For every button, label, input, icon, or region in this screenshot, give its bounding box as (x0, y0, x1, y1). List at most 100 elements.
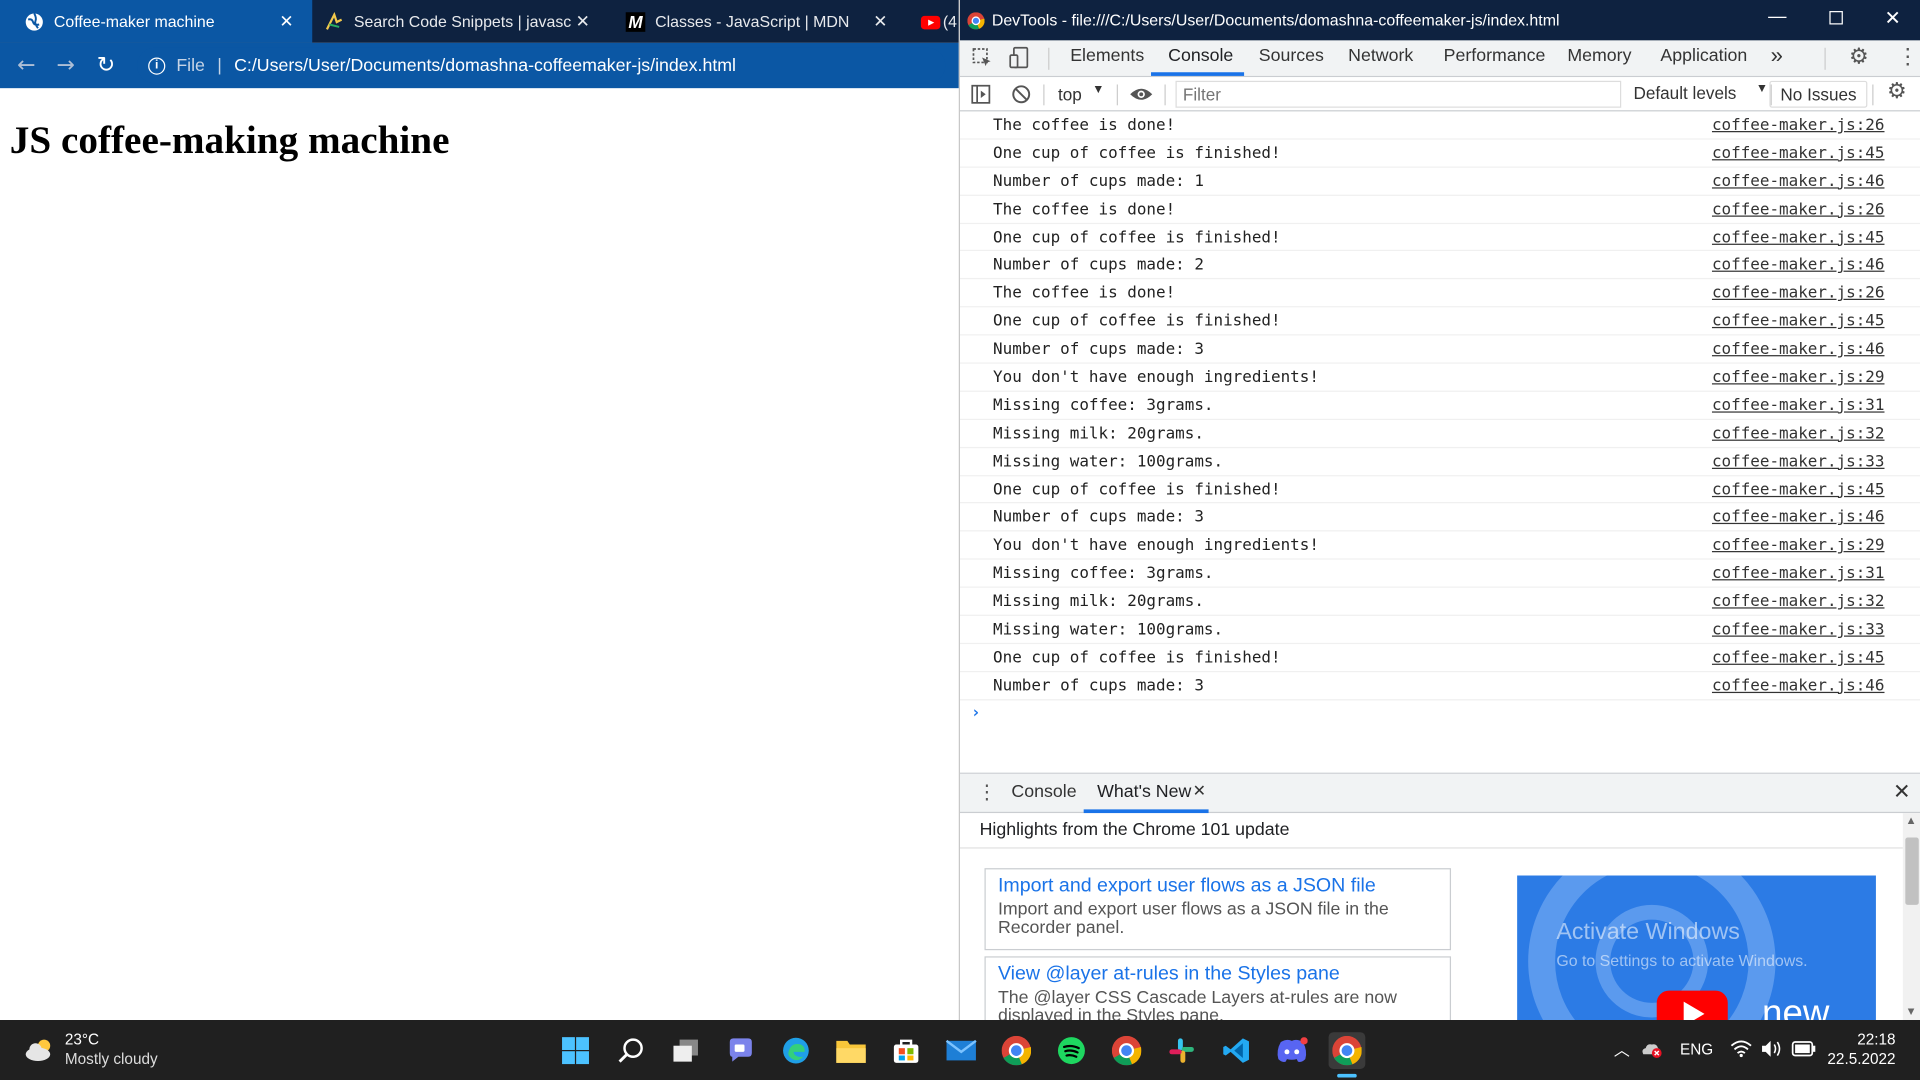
close-tab-icon[interactable]: ✕ (276, 11, 298, 32)
source-link[interactable]: coffee-maker.js:46 (1712, 341, 1885, 359)
forward-arrow-icon[interactable]: → (56, 53, 74, 79)
show-hidden-icons-chevron-icon[interactable]: ︿ (1614, 1037, 1630, 1060)
source-link[interactable]: coffee-maker.js:33 (1712, 453, 1885, 471)
context-selector[interactable]: top (1058, 84, 1082, 104)
source-link[interactable]: coffee-maker.js:46 (1712, 677, 1885, 695)
close-window-icon[interactable]: ✕ (1884, 6, 1900, 30)
drawer-tab-whats-new[interactable]: What's New (1097, 782, 1191, 802)
tab-performance[interactable]: Performance (1444, 47, 1546, 67)
console-toolbar: top ▼ Default levels ▼ No Issues ⚙ (960, 77, 1920, 112)
source-link[interactable]: coffee-maker.js:33 (1712, 621, 1885, 639)
source-link[interactable]: coffee-maker.js:45 (1712, 313, 1885, 331)
store-button[interactable] (888, 1032, 925, 1069)
mail-button[interactable] (943, 1032, 980, 1069)
spotify-button[interactable] (1053, 1032, 1090, 1069)
card-title[interactable]: Import and export user flows as a JSON f… (998, 876, 1438, 898)
drawer-scrollbar[interactable]: ▲ ▼ (1902, 813, 1920, 1022)
source-link[interactable]: coffee-maker.js:31 (1712, 397, 1885, 415)
onedrive-error-icon[interactable] (1641, 1040, 1663, 1060)
teams-chat-button[interactable] (722, 1032, 759, 1069)
source-link[interactable]: coffee-maker.js:45 (1712, 649, 1885, 667)
clock-date[interactable]: 22.5.2022 (1827, 1051, 1895, 1068)
maximize-icon[interactable] (1829, 11, 1843, 25)
promo-video-thumbnail[interactable]: Activate Windows Go to Settings to activ… (1517, 875, 1876, 1023)
source-link[interactable]: coffee-maker.js:45 (1712, 144, 1885, 162)
language-indicator[interactable]: ENG (1680, 1041, 1713, 1058)
tab-elements[interactable]: Elements (1070, 47, 1144, 67)
live-expression-eye-icon[interactable] (1129, 87, 1153, 102)
close-tab-icon[interactable]: ✕ (869, 11, 891, 32)
source-link[interactable]: coffee-maker.js:46 (1712, 509, 1885, 527)
show-sidebar-icon[interactable] (971, 84, 991, 104)
source-link[interactable]: coffee-maker.js:45 (1712, 481, 1885, 499)
source-link[interactable]: coffee-maker.js:29 (1712, 537, 1885, 555)
minimize-icon[interactable]: — (1768, 6, 1786, 27)
issues-button[interactable]: No Issues (1769, 80, 1868, 108)
tab-memory[interactable]: Memory (1567, 47, 1631, 67)
task-view-button[interactable] (667, 1032, 704, 1069)
more-options-icon[interactable]: ⋮ (1897, 44, 1919, 70)
log-levels-dropdown[interactable]: Default levels (1633, 83, 1736, 103)
activate-windows-hint: Go to Settings to activate Windows. (1556, 951, 1808, 970)
back-arrow-icon[interactable]: ← (17, 53, 35, 79)
tab-application[interactable]: Application (1660, 47, 1747, 67)
wifi-icon[interactable] (1730, 1040, 1752, 1058)
clock-time[interactable]: 22:18 (1857, 1031, 1895, 1048)
source-link[interactable]: coffee-maker.js:29 (1712, 369, 1885, 387)
clear-console-icon[interactable] (1011, 84, 1031, 104)
drawer-menu-icon[interactable]: ⋮ (977, 780, 997, 804)
slack-button[interactable] (1163, 1032, 1200, 1069)
source-link[interactable]: coffee-maker.js:26 (1712, 285, 1885, 303)
info-icon[interactable]: i (148, 56, 166, 75)
tab-mdn-classes[interactable]: M Classes - JavaScript | MDN ✕ (609, 0, 907, 43)
close-drawer-tab-icon[interactable]: ✕ (1193, 781, 1206, 801)
close-drawer-icon[interactable]: ✕ (1893, 780, 1910, 804)
tab-code-snippets[interactable]: Search Code Snippets | javascript ✕ (312, 0, 608, 43)
source-link[interactable]: coffee-maker.js:46 (1712, 256, 1885, 274)
scrollbar-thumb[interactable] (1905, 837, 1919, 905)
file-explorer-button[interactable] (833, 1032, 870, 1069)
search-button[interactable] (612, 1032, 649, 1069)
settings-gear-icon[interactable]: ⚙ (1849, 44, 1869, 70)
task-view-icon (673, 1039, 698, 1062)
inspect-element-icon[interactable] (972, 48, 993, 69)
weather-widget[interactable]: 23°C Mostly cloudy (24, 1030, 183, 1072)
source-link[interactable]: coffee-maker.js:26 (1712, 200, 1885, 218)
tab-coffee-maker[interactable]: Coffee-maker machine ✕ (0, 0, 313, 43)
url-text[interactable]: C:/Users/User/Documents/domashna-coffeem… (234, 56, 736, 76)
battery-charging-icon[interactable] (1791, 1041, 1816, 1057)
drawer-tab-console[interactable]: Console (1011, 782, 1076, 802)
console-settings-gear-icon[interactable]: ⚙ (1887, 78, 1907, 104)
tab-youtube[interactable]: (4 (906, 0, 960, 43)
reload-icon[interactable]: ↻ (97, 53, 115, 79)
discord-button[interactable] (1273, 1032, 1310, 1069)
tab-console[interactable]: Console (1168, 47, 1233, 67)
scroll-up-icon[interactable]: ▲ (1908, 816, 1915, 826)
console-prompt[interactable]: › (960, 700, 1920, 727)
chrome-button[interactable] (998, 1032, 1035, 1069)
chrome-active-button[interactable] (1328, 1032, 1366, 1069)
close-tab-icon[interactable]: ✕ (572, 11, 594, 32)
source-link[interactable]: coffee-maker.js:32 (1712, 593, 1885, 611)
whats-new-card[interactable]: View @layer at-rules in the Styles pane … (984, 956, 1452, 1030)
source-link[interactable]: coffee-maker.js:46 (1712, 172, 1885, 190)
new-badge: new (1762, 993, 1830, 1023)
card-title[interactable]: View @layer at-rules in the Styles pane (998, 964, 1438, 986)
edge-button[interactable] (778, 1032, 815, 1069)
volume-icon[interactable] (1761, 1040, 1783, 1058)
more-tabs-icon[interactable]: » (1771, 43, 1783, 69)
start-button[interactable] (557, 1032, 594, 1069)
whats-new-card[interactable]: Import and export user flows as a JSON f… (984, 868, 1452, 951)
filter-input[interactable] (1175, 80, 1622, 108)
vscode-button[interactable] (1218, 1032, 1255, 1069)
tab-sources[interactable]: Sources (1259, 47, 1324, 67)
device-toolbar-icon[interactable] (1009, 46, 1030, 69)
tab-network[interactable]: Network (1348, 47, 1413, 67)
source-link[interactable]: coffee-maker.js:31 (1712, 565, 1885, 583)
source-link[interactable]: coffee-maker.js:26 (1712, 116, 1885, 134)
source-link[interactable]: coffee-maker.js:45 (1712, 228, 1885, 246)
source-link[interactable]: coffee-maker.js:32 (1712, 425, 1885, 443)
chrome-profile-button[interactable] (1108, 1032, 1145, 1069)
address-bar[interactable]: i File | C:/Users/User/Documents/domashn… (137, 47, 946, 84)
scroll-down-icon[interactable]: ▼ (1908, 1007, 1915, 1017)
